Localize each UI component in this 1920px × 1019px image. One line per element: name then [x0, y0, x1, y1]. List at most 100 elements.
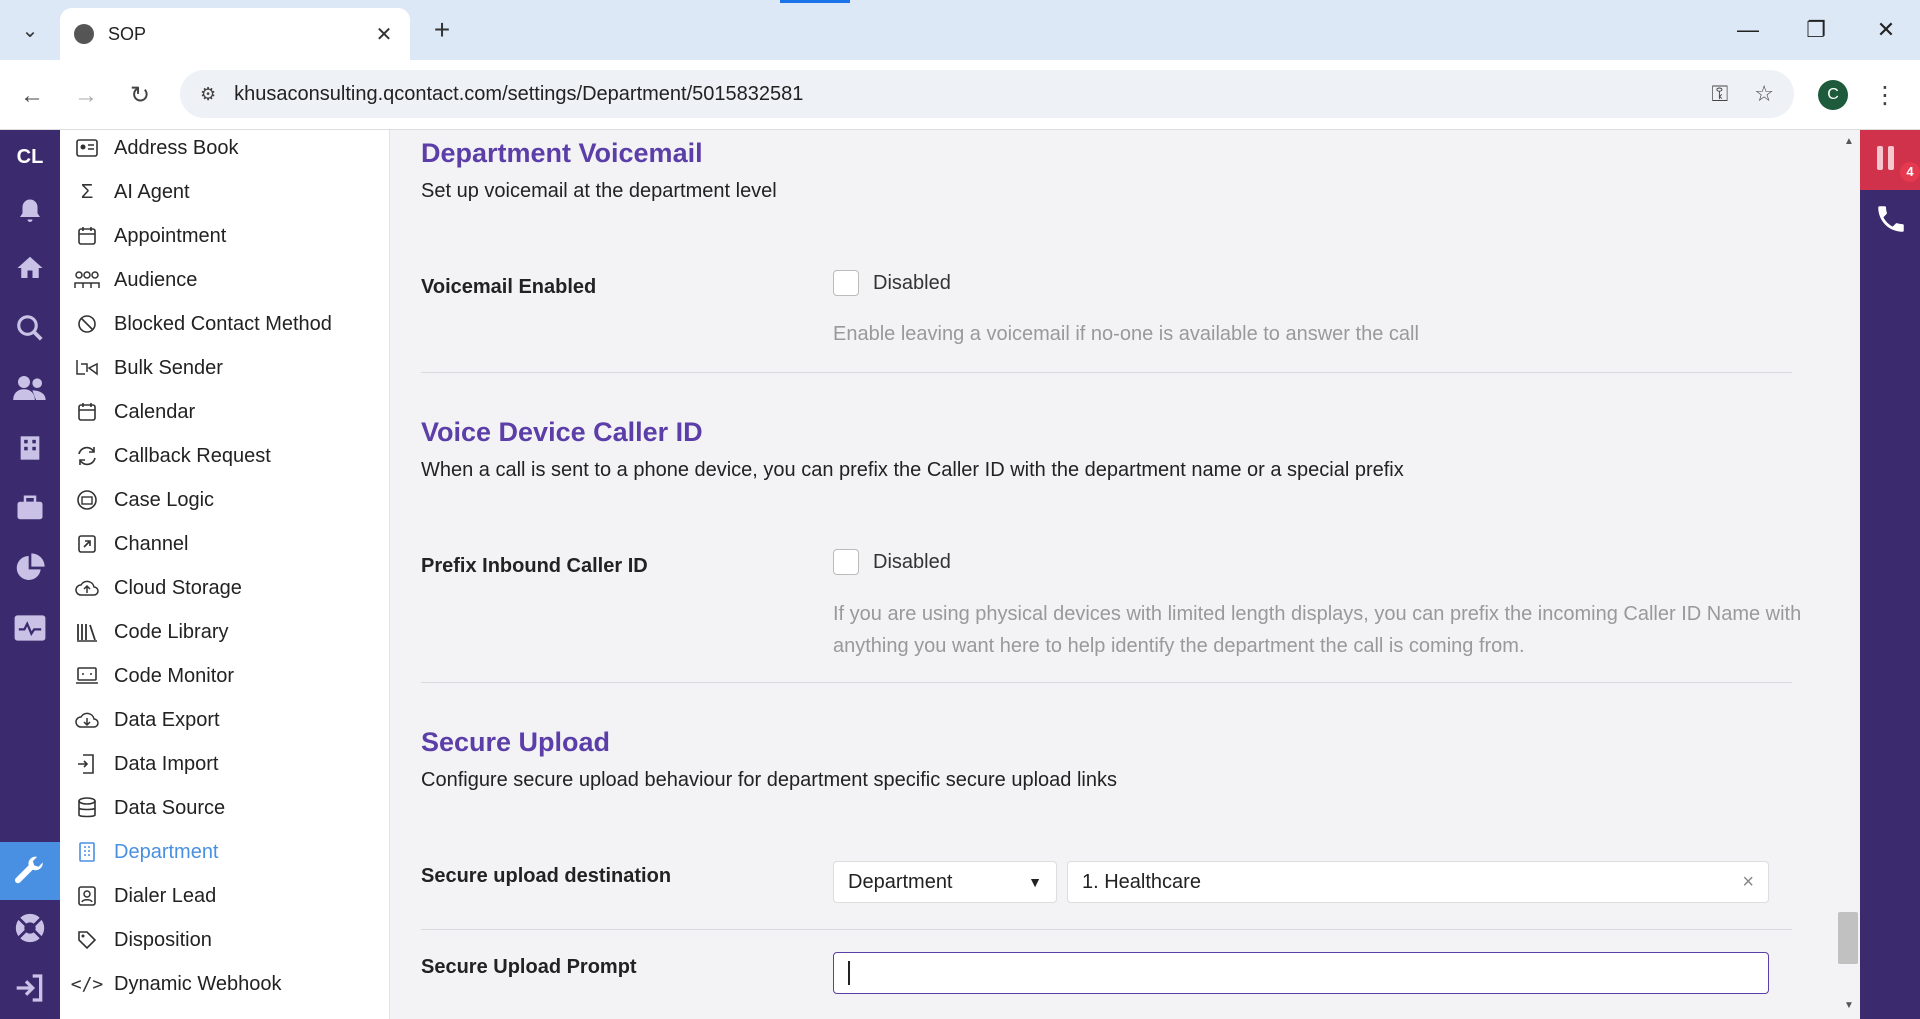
sidebar-item-channel[interactable]: Channel	[60, 522, 360, 566]
prefix-caller-id-state[interactable]: Disabled	[873, 551, 951, 574]
sidebar-item-calendar[interactable]: Calendar	[60, 390, 360, 434]
code-icon: </>	[70, 973, 104, 995]
sidebar-item-label: Blocked Contact Method	[114, 312, 332, 335]
destination-type-select[interactable]: Department ▼	[833, 861, 1057, 903]
sidebar-item-data-import[interactable]: Data Import	[60, 742, 360, 786]
pause-alert-button[interactable]: 4	[1860, 130, 1920, 190]
library-icon	[74, 622, 100, 642]
channel-icon	[74, 534, 100, 554]
search-icon[interactable]	[0, 306, 60, 350]
password-key-icon[interactable]: ⚿	[1712, 81, 1729, 107]
main-scroll-down-icon[interactable]: ▼	[1840, 1000, 1858, 1011]
callback-icon	[74, 446, 100, 466]
sidebar-item-disposition[interactable]: Disposition	[60, 918, 360, 962]
reports-pie-icon[interactable]	[0, 546, 60, 590]
notifications-icon[interactable]	[0, 190, 60, 234]
reload-button[interactable]: ↻	[120, 76, 160, 116]
sidebar-item-label: Channel	[114, 532, 189, 555]
app-logo[interactable]: CL	[0, 146, 60, 169]
destination-value: 1. Healthcare	[1082, 870, 1201, 893]
profile-avatar[interactable]: C	[1818, 80, 1848, 110]
home-icon[interactable]	[0, 246, 60, 290]
sidebar-item-dialer-lead[interactable]: Dialer Lead	[60, 874, 360, 918]
browser-tab[interactable]: SOP ✕	[60, 8, 410, 60]
address-bar[interactable]: ⚙ khusaconsulting.qcontact.com/settings/…	[180, 70, 1794, 118]
sidebar-item-label: Dialer Lead	[114, 884, 217, 907]
minimize-button[interactable]: —	[1720, 10, 1776, 50]
sidebar-item-data-export[interactable]: Data Export	[60, 698, 360, 742]
browser-menu-icon[interactable]: ⋮	[1870, 76, 1900, 116]
sidebar-item-department[interactable]: Department	[60, 830, 360, 874]
caller-id-help-text: If you are using physical devices with l…	[833, 603, 1802, 657]
sidebar-item-appointment[interactable]: Appointment	[60, 214, 360, 258]
tab-search-button[interactable]: ⌄	[10, 12, 50, 48]
section-divider	[421, 929, 1792, 930]
building-icon[interactable]	[0, 426, 60, 470]
sidebar-item-label: Department	[114, 840, 219, 863]
calendar-icon	[74, 226, 100, 246]
settings-wrench-icon[interactable]	[0, 842, 60, 900]
voicemail-enabled-state[interactable]: Disabled	[873, 272, 951, 295]
main-scroll-up-icon[interactable]: ▲	[1840, 136, 1858, 147]
destination-value-select[interactable]: 1. Healthcare ×	[1067, 861, 1769, 903]
prefix-caller-id-label: Prefix Inbound Caller ID	[421, 555, 648, 577]
sidebar-item-data-source[interactable]: Data Source	[60, 786, 360, 830]
main-scrollbar-track[interactable]	[1838, 130, 1860, 1019]
voicemail-enabled-checkbox[interactable]	[833, 270, 859, 296]
globe-icon	[74, 24, 94, 44]
sidebar-item-label: Bulk Sender	[114, 356, 223, 379]
sidebar-item-cloud-storage[interactable]: Cloud Storage	[60, 566, 360, 610]
block-icon	[74, 314, 100, 334]
sidebar-item-callback-request[interactable]: Callback Request	[60, 434, 360, 478]
new-tab-button[interactable]: +	[424, 14, 460, 50]
restore-button[interactable]: ❐	[1788, 10, 1844, 50]
contacts-icon[interactable]	[0, 366, 60, 410]
prefix-caller-id-checkbox[interactable]	[833, 549, 859, 575]
sidebar-item-dynamic-webhook[interactable]: </> Dynamic Webhook	[60, 962, 360, 1006]
sidebar-item-blocked-contact-method[interactable]: Blocked Contact Method	[60, 302, 360, 346]
tag-icon	[74, 930, 100, 950]
close-window-button[interactable]: ✕	[1858, 10, 1914, 50]
site-info-icon[interactable]: ⚙	[200, 84, 216, 105]
help-lifebuoy-icon[interactable]	[0, 906, 60, 950]
sigma-icon: Σ	[80, 180, 94, 203]
bookmark-star-icon[interactable]: ☆	[1754, 81, 1774, 107]
right-action-rail: 4	[1860, 130, 1920, 1019]
sidebar-item-code-library[interactable]: Code Library	[60, 610, 360, 654]
phone-icon[interactable]	[1874, 202, 1908, 241]
group-icon	[74, 270, 100, 290]
url-text[interactable]: khusaconsulting.qcontact.com/settings/De…	[234, 83, 1685, 106]
main-scrollbar-thumb[interactable]	[1838, 912, 1858, 964]
sidebar-item-label: Data Import	[114, 752, 219, 775]
section-title-voicemail: Department Voicemail	[421, 138, 703, 168]
back-button[interactable]: ←	[12, 76, 52, 116]
sidebar-item-label: Data Export	[114, 708, 220, 731]
app-nav-rail: CL	[0, 130, 60, 1019]
activity-monitor-icon[interactable]	[0, 606, 60, 650]
bulk-sender-icon	[74, 358, 100, 378]
browser-tab-strip: ⌄ SOP ✕ + — ❐ ✕	[0, 0, 1920, 60]
close-tab-icon[interactable]: ✕	[372, 22, 396, 47]
sidebar-item-label: Appointment	[114, 224, 227, 247]
voicemail-enabled-label: Voicemail Enabled	[421, 276, 597, 298]
address-book-icon	[74, 138, 100, 158]
section-divider	[421, 682, 1792, 683]
sidebar-item-case-logic[interactable]: Case Logic	[60, 478, 360, 522]
briefcase-icon[interactable]	[0, 486, 60, 530]
forward-button[interactable]: →	[66, 76, 106, 116]
sidebar-item-audience[interactable]: Audience	[60, 258, 360, 302]
section-desc-voicemail: Set up voicemail at the department level	[421, 180, 777, 202]
sidebar-item-address-book[interactable]: Address Book	[60, 130, 360, 170]
sidebar-item-label: Dynamic Webhook	[114, 972, 282, 995]
sidebar-item-code-monitor[interactable]: Code Monitor	[60, 654, 360, 698]
sidebar-item-ai-agent[interactable]: Σ AI Agent	[60, 170, 360, 214]
sidebar-item-bulk-sender[interactable]: Bulk Sender	[60, 346, 360, 390]
browser-toolbar: ← → ↻ ⚙ khusaconsulting.qcontact.com/set…	[0, 60, 1920, 130]
sidebar-item-label: AI Agent	[114, 180, 190, 203]
clear-icon[interactable]: ×	[1742, 871, 1754, 894]
secure-upload-prompt-label: Secure Upload Prompt	[421, 956, 637, 978]
logout-icon[interactable]	[0, 966, 60, 1010]
case-logic-icon	[74, 490, 100, 510]
secure-upload-prompt-input[interactable]	[833, 952, 1769, 994]
sidebar-item-label: Address Book	[114, 136, 239, 159]
